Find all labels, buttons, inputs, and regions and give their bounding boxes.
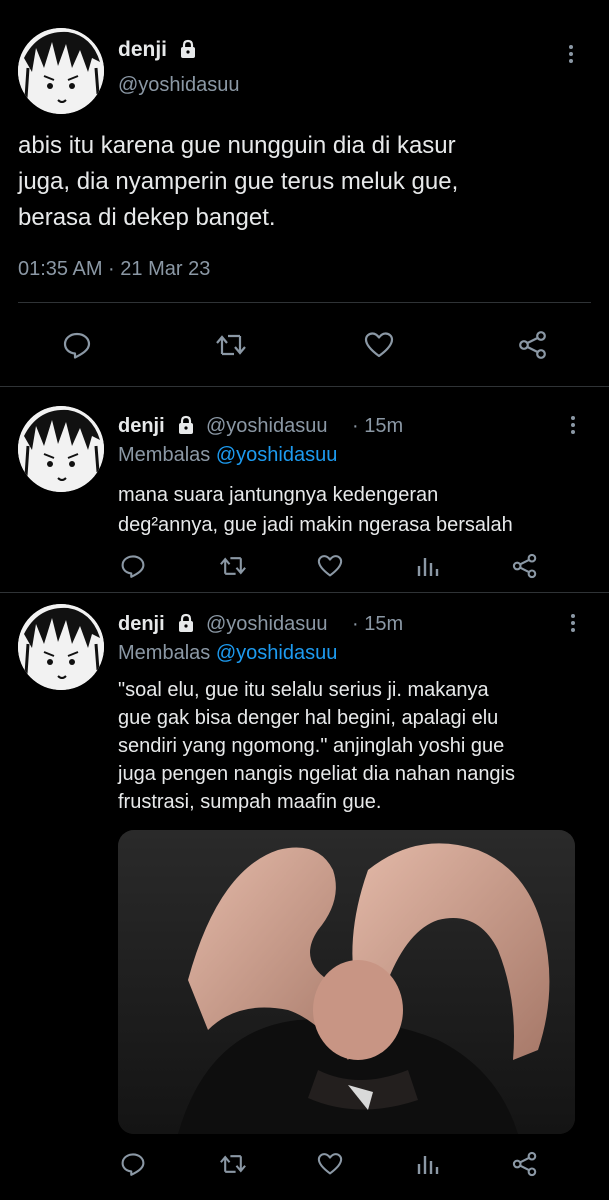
divider [18, 302, 591, 303]
post-time: · 15m [352, 613, 404, 635]
display-name[interactable]: denji [118, 613, 165, 636]
retweet-icon[interactable] [218, 551, 248, 581]
post-time: · 15m [352, 415, 404, 437]
reply-text: mana suara jantungnya kedengeran deg²ann… [118, 480, 513, 540]
text-line: "soal elu, gue itu selalu serius ji. mak… [118, 679, 489, 701]
replying-label: Membalas [118, 444, 211, 466]
share-icon[interactable] [516, 328, 550, 362]
share-icon[interactable] [510, 1149, 540, 1179]
handle[interactable]: @yoshidasuu [206, 613, 327, 636]
avatar[interactable] [18, 28, 104, 114]
text-line: juga pengen nangis ngeliat dia nahan nan… [118, 763, 516, 785]
handle[interactable]: @yoshidasuu [118, 74, 239, 97]
replying-to-link[interactable]: @yoshidasuu [216, 642, 337, 664]
share-icon[interactable] [510, 551, 540, 581]
handle[interactable]: @yoshidasuu [206, 415, 327, 438]
heart-icon[interactable] [315, 1149, 345, 1179]
analytics-icon[interactable] [413, 551, 443, 581]
lock-icon [175, 414, 197, 436]
reply-icon[interactable] [118, 551, 148, 581]
replying-to: Membalas @yoshidasuu [118, 642, 337, 665]
more-vertical-icon[interactable] [563, 411, 583, 439]
text-line: gue gak bisa denger hal begini, apalagi … [118, 707, 499, 729]
text-line: berasa di dekep banget. [18, 204, 276, 231]
retweet-icon[interactable] [218, 1149, 248, 1179]
analytics-icon[interactable] [413, 1149, 443, 1179]
text-line: sendiri yang ngomong." anjinglah yoshi g… [118, 735, 505, 757]
heart-icon[interactable] [315, 551, 345, 581]
avatar[interactable] [18, 406, 104, 492]
lock-icon [177, 38, 199, 60]
timestamp[interactable]: 01:35 AM · 21 Mar 23 [18, 258, 210, 281]
reply-text: "soal elu, gue itu selalu serius ji. mak… [118, 676, 515, 816]
divider [0, 386, 609, 387]
text-line: mana suara jantungnya kedengeran [118, 484, 439, 506]
reply-icon[interactable] [60, 328, 94, 362]
heart-icon[interactable] [362, 328, 396, 362]
text-line: frustrasi, sumpah maafin gue. [118, 791, 382, 813]
reply-icon[interactable] [118, 1149, 148, 1179]
replying-label: Membalas [118, 642, 211, 664]
display-name[interactable]: denji [118, 415, 165, 438]
lock-icon [175, 612, 197, 634]
avatar[interactable] [18, 604, 104, 690]
replying-to-link[interactable]: @yoshidasuu [216, 444, 337, 466]
text-line: abis itu karena gue nungguin dia di kasu… [18, 132, 456, 159]
replying-to: Membalas @yoshidasuu [118, 444, 337, 467]
more-vertical-icon[interactable] [563, 609, 583, 637]
retweet-icon[interactable] [214, 328, 248, 362]
text-line: juga, dia nyamperin gue terus meluk gue, [18, 168, 459, 195]
text-line: deg²annya, gue jadi makin ngerasa bersal… [118, 514, 513, 536]
divider [0, 592, 609, 593]
media-image[interactable] [118, 830, 575, 1134]
tweet-text: abis itu karena gue nungguin dia di kasu… [18, 128, 458, 236]
more-vertical-icon[interactable] [561, 40, 581, 68]
display-name[interactable]: denji [118, 38, 167, 62]
